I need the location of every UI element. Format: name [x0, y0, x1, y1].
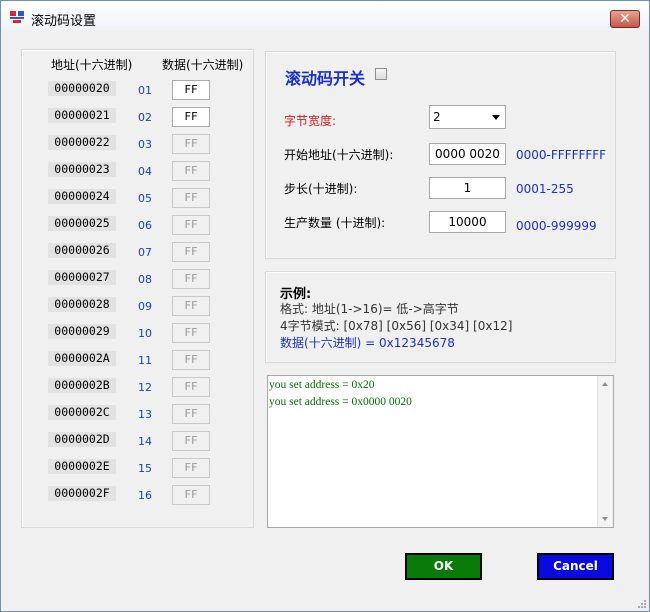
row-data-input: FF: [172, 269, 210, 289]
row-index: 10: [138, 327, 152, 340]
step-label: 步长(十进制):: [284, 182, 358, 196]
row-index: 05: [138, 192, 152, 205]
row-address: 00000028: [48, 297, 116, 312]
row-index: 06: [138, 219, 152, 232]
row-address: 00000025: [48, 216, 116, 231]
row-index: 12: [138, 381, 152, 394]
resize-grip-icon[interactable]: [637, 599, 647, 609]
row-data-input[interactable]: FF: [172, 80, 210, 100]
row-index: 04: [138, 165, 152, 178]
row-address: 0000002A: [48, 351, 116, 366]
row-index: 15: [138, 462, 152, 475]
cancel-button[interactable]: Cancel: [537, 553, 614, 580]
row-index: 02: [138, 111, 152, 124]
row-index: 01: [138, 84, 152, 97]
row-data-input: FF: [172, 404, 210, 424]
scroll-up-icon[interactable]: [602, 382, 608, 386]
row-address: 00000022: [48, 135, 116, 150]
row-data-input: FF: [172, 215, 210, 235]
row-data-input: FF: [172, 242, 210, 262]
row-address: 0000002E: [48, 459, 116, 474]
row-address: 00000021: [48, 108, 116, 123]
quantity-label: 生产数量 (十进制):: [284, 216, 386, 230]
start-address-input[interactable]: 0000 0020: [429, 143, 506, 165]
row-index: 16: [138, 489, 152, 502]
row-index: 14: [138, 435, 152, 448]
quantity-input[interactable]: 10000: [429, 211, 506, 233]
row-data-input: FF: [172, 323, 210, 343]
row-address: 0000002F: [48, 486, 116, 501]
row-data-input: FF: [172, 134, 210, 154]
row-address: 00000020: [48, 81, 116, 96]
example-mode-line: 4字节模式: [0x78] [0x56] [0x34] [0x12]: [280, 319, 513, 333]
chevron-down-icon: [492, 115, 500, 120]
byte-width-label: 字节宽度:: [284, 114, 337, 128]
log-line: you set address = 0x20: [269, 379, 375, 391]
row-index: 08: [138, 273, 152, 286]
rolling-code-switch-label: 滚动码开关: [285, 69, 366, 88]
row-address: 0000002B: [48, 378, 116, 393]
start-address-range: 0000-FFFFFFFF: [516, 148, 607, 162]
row-index: 11: [138, 354, 152, 367]
row-address: 00000024: [48, 189, 116, 204]
row-data-input[interactable]: FF: [172, 107, 210, 127]
byte-width-select[interactable]: 2: [429, 105, 506, 129]
close-icon: ✕: [619, 11, 631, 27]
row-address: 0000002D: [48, 432, 116, 447]
example-data-line: 数据(十六进制) = 0x12345678: [280, 336, 455, 350]
row-index: 09: [138, 300, 152, 313]
scroll-down-icon[interactable]: [602, 517, 608, 521]
row-data-input: FF: [172, 431, 210, 451]
row-data-input: FF: [172, 296, 210, 316]
row-index: 07: [138, 246, 152, 259]
start-address-label: 开始地址(十六进制):: [284, 148, 394, 162]
row-data-input: FF: [172, 377, 210, 397]
byte-width-value: 2: [433, 110, 441, 124]
quantity-range: 0000-999999: [516, 219, 597, 233]
row-index: 13: [138, 408, 152, 421]
step-range: 0001-255: [516, 182, 574, 196]
row-address: 00000029: [48, 324, 116, 339]
close-button[interactable]: ✕: [610, 10, 640, 28]
row-data-input: FF: [172, 188, 210, 208]
row-data-input: FF: [172, 485, 210, 505]
data-column-header: 数据(十六进制): [162, 58, 244, 72]
log-line: you set address = 0x0000 0020: [269, 396, 412, 408]
row-data-input: FF: [172, 350, 210, 370]
dialog-window: 滚动码设置 ✕ 地址(十六进制) 数据(十六进制) 00000020 01 FF 00…: [0, 0, 650, 612]
row-index: 03: [138, 138, 152, 151]
ok-button[interactable]: OK: [405, 553, 482, 580]
window-title: 滚动码设置: [31, 14, 97, 29]
step-input[interactable]: 1: [429, 177, 506, 199]
row-address: 0000002C: [48, 405, 116, 420]
row-address: 00000027: [48, 270, 116, 285]
address-column-header: 地址(十六进制): [51, 58, 133, 72]
example-format-line: 格式: 地址(1->16)= 低->高字节: [280, 302, 459, 316]
row-address: 00000023: [48, 162, 116, 177]
row-data-input: FF: [172, 458, 210, 478]
row-data-input: FF: [172, 161, 210, 181]
title-bar[interactable]: 滚动码设置 ✕: [1, 1, 649, 31]
row-address: 00000026: [48, 243, 116, 258]
rolling-code-switch-checkbox[interactable]: [375, 68, 387, 80]
log-vertical-scrollbar[interactable]: [597, 376, 613, 527]
app-icon: [10, 11, 24, 23]
log-textarea[interactable]: you set address = 0x20 you set address =…: [267, 375, 614, 528]
